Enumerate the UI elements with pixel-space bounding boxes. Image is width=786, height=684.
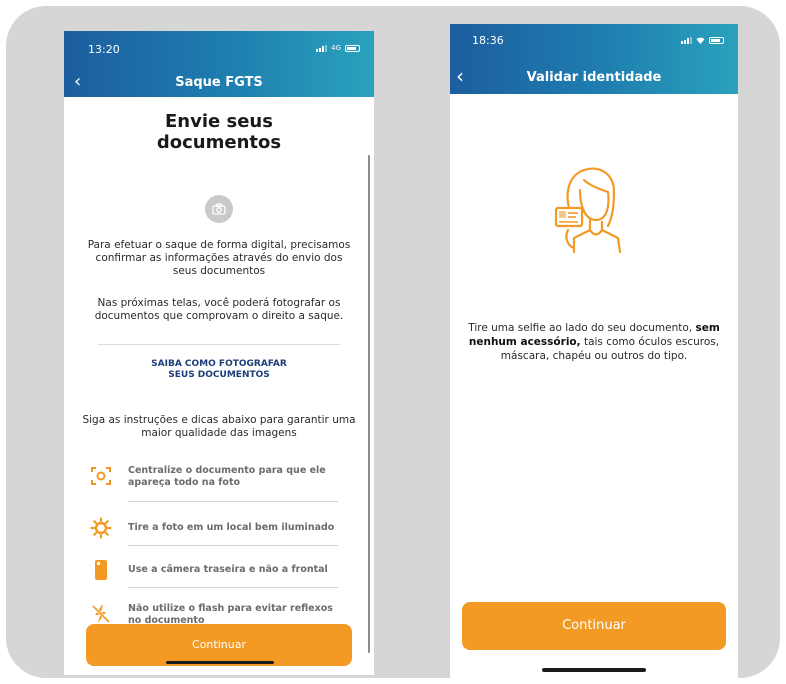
status-time: 13:20 <box>88 43 120 56</box>
battery-icon <box>345 44 360 52</box>
battery-icon <box>709 37 724 44</box>
photo-guide-link-line-1: SAIBA COMO FOTOGRAFAR <box>151 359 287 369</box>
tip-text: Use a câmera traseira e não a frontal <box>128 564 328 575</box>
phone-icon <box>90 559 112 581</box>
right-header: 18:36 ‹ Validar identidade <box>450 24 738 94</box>
home-indicator <box>166 661 274 664</box>
flash-off-icon <box>90 603 112 625</box>
page-title: Validar identidade <box>526 70 662 85</box>
tip-divider <box>128 545 338 546</box>
home-indicator <box>542 668 646 672</box>
tip-text: Centralize o documento para que ele apar… <box>128 465 326 488</box>
sun-icon <box>90 517 112 539</box>
camera-icon <box>205 195 233 223</box>
selfie-instructions: Tire uma selfie ao lado do seu documento… <box>462 321 726 363</box>
heading: Envie seus documentos <box>64 111 374 153</box>
left-content: Envie seus documentos Para efetuar o saq… <box>64 97 374 675</box>
woman-holding-document-icon <box>550 160 630 260</box>
status-time: 18:36 <box>472 34 504 47</box>
tip-text: Tire a foto em um local bem iluminado <box>128 522 335 533</box>
wifi-icon <box>696 37 705 44</box>
focus-frame-icon <box>90 465 112 487</box>
photo-guide-link[interactable]: SAIBA COMO FOTOGRAFAR SEUS DOCUMENTOS <box>64 359 374 381</box>
continue-button[interactable]: Continuar <box>462 602 726 650</box>
signal-icon <box>681 37 692 44</box>
status-icons <box>681 37 724 44</box>
intro-text: Para efetuar o saque de forma digital, p… <box>87 239 351 277</box>
left-phone-screen: 13:20 4G ‹ Saque FGTS Envie seus documen… <box>64 31 374 675</box>
divider <box>98 344 340 345</box>
message-part-1: Tire uma selfie ao lado do seu documento… <box>468 322 696 334</box>
tip-divider <box>128 501 338 502</box>
status-icons: 4G <box>316 44 360 52</box>
left-header: 13:20 4G ‹ Saque FGTS <box>64 31 374 97</box>
scrollbar[interactable] <box>368 155 370 653</box>
photo-guide-link-line-2: SEUS DOCUMENTOS <box>168 370 270 380</box>
heading-line-2: documentos <box>156 132 282 153</box>
instructions-text: Siga as instruções e dicas abaixo para g… <box>82 414 356 439</box>
tip-divider <box>128 587 338 588</box>
continue-button[interactable]: Continuar <box>86 624 352 666</box>
network-type: 4G <box>331 44 341 52</box>
signal-icon <box>316 44 328 52</box>
page-title: Saque FGTS <box>175 75 263 90</box>
next-screens-text: Nas próximas telas, você poderá fotograf… <box>94 297 344 322</box>
heading-line-1: Envie seus <box>165 111 273 132</box>
right-phone-screen: 18:36 ‹ Validar identidade Tire uma self… <box>450 24 738 680</box>
